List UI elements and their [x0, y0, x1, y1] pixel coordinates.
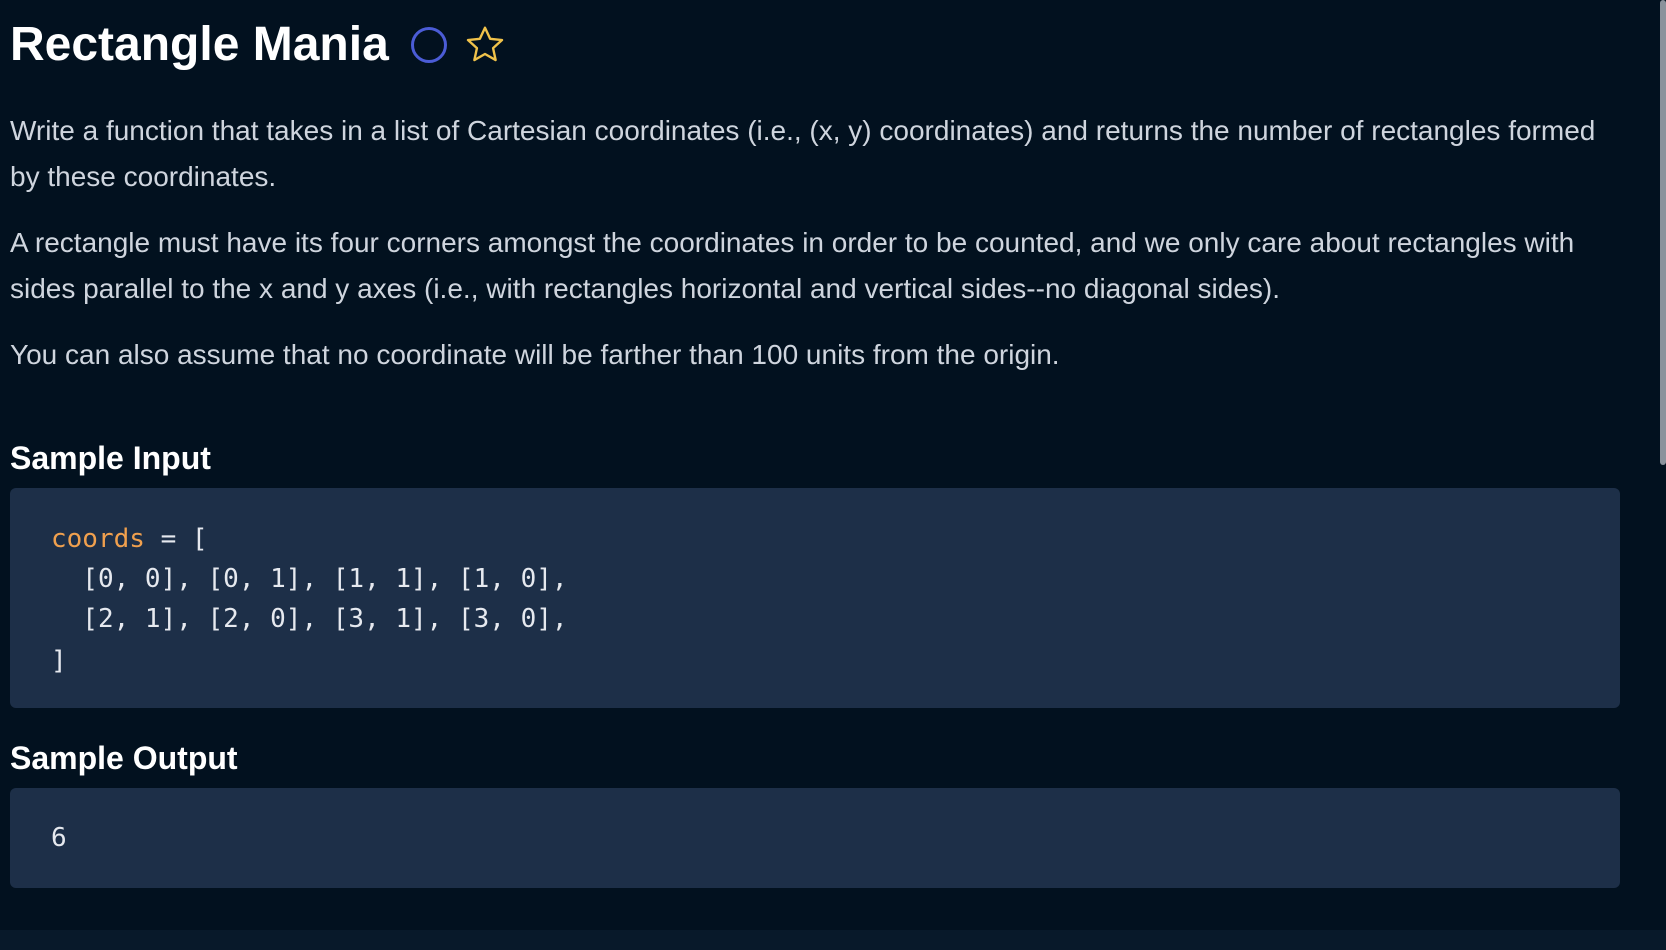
sample-output-value: 6	[51, 823, 67, 853]
code-line-1: coords = [	[51, 519, 208, 559]
sample-input-heading: Sample Input	[10, 440, 211, 476]
scrollbar[interactable]	[1660, 0, 1666, 930]
problem-page: Rectangle Mania Write a function that ta…	[10, 0, 1620, 930]
assignment: = [	[144, 524, 208, 554]
sample-output-heading: Sample Output	[10, 740, 238, 776]
favorite-star-icon[interactable]	[463, 23, 507, 67]
completion-status-icon[interactable]	[410, 27, 447, 63]
code-line-2: [0, 0], [0, 1], [1, 1], [1, 0],	[51, 564, 568, 594]
scrollbar-thumb[interactable]	[1660, 0, 1666, 465]
problem-title: Rectangle Mania	[10, 18, 389, 71]
sample-input-code-block: coords = [ [0, 0], [0, 1], [1, 1], [1, 0…	[10, 488, 1620, 708]
title-row: Rectangle Mania	[10, 14, 507, 76]
code-line-3: [2, 1], [2, 0], [3, 1], [3, 0],	[51, 604, 568, 634]
bottom-panel-edge	[0, 930, 1666, 950]
description-paragraph-2: A rectangle must have its four corners a…	[10, 227, 1575, 304]
description-paragraph-1: Write a function that takes in a list of…	[10, 115, 1596, 192]
description-paragraph-3: You can also assume that no coordinate w…	[10, 339, 1060, 370]
variable-name: coords	[51, 524, 145, 554]
sample-output-code-block: 6	[10, 788, 1620, 888]
code-line-4: ]	[51, 646, 67, 676]
